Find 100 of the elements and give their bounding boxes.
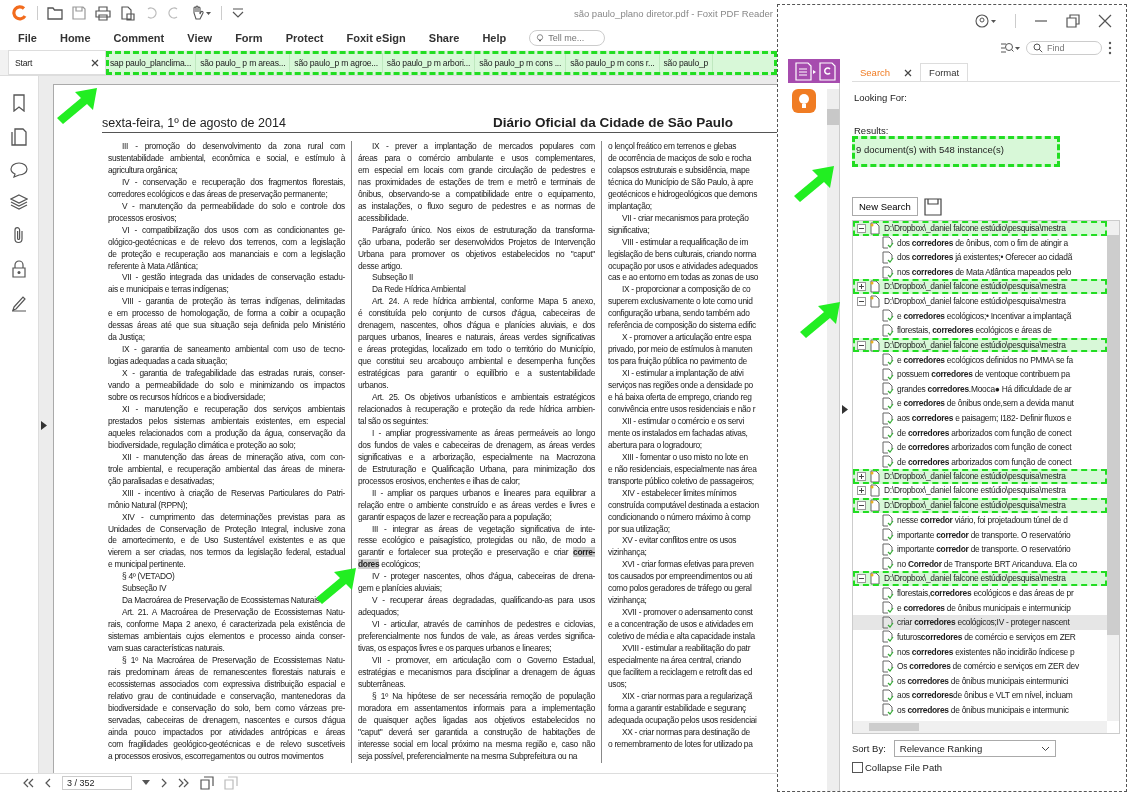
paragraph: § 1º Na Macroárea de Preservação de Ecossistemas Natu- rais predominam áreas de remanescentes florestais naturais e ecossistemas associados com expressiva distribuição espacial e relativo grau de continuidade e conservação, mantenedoras da biodiversidade e conservação do solo, bem como várzeas pre- servadas, cabeceiras de drenagem, nascentes e cursos d'água ainda pouco impactados por atividades antrópicas e áreas com fragilidades geológico-geotécnicas e de relevo suscetíveis a processos erosivos, escorregamentos ou outros movimentos xyxy=(108,655,345,763)
sort-dropdown[interactable]: Relevance Ranking xyxy=(893,740,1056,757)
search-hit[interactable]: nos corredores de Mata Atlântica mapeados pelo xyxy=(853,264,1107,280)
paragraph: VI - compatibilização dos usos com as condicionantes ge- ológico-geotécnicas e de relevo dos terrenos, com a legislação de proteção e recuperação aos mananciais e com a legislação referente à Mata Atlântica; xyxy=(108,224,345,273)
paragraph: Art. 24. A rede hídrica ambiental, conforme Mapa 5 anexo, é constituída pelo conjunto de cursos d'água, cabeceiras de drenagem, nascentes, olhos d'água e planícies aluviais, e dos parques urbanos, lineares e naturais, áreas verdes significativas e áreas protegidas, localizado em todo o território do Município, que constitui seu arcabouço ambiental e desempenha funções estratégicas para garantir o equilíbrio e a sustentabilidade urbanos. xyxy=(358,296,595,392)
paragraph: XVII - promover o adensamento const e a concentração de usos e atividades em coletivo de média e alta capacidade instala xyxy=(608,607,756,644)
newspaper-title: Diário Oficial da Cidade de São Paulo xyxy=(492,115,733,130)
file-result[interactable]: D:\Dropbox\_daniel falcone estúdio\pesquisa\mestra xyxy=(853,469,1107,484)
paragraph: Da Rede Hídrica Ambiental xyxy=(371,284,467,297)
page-number-field[interactable]: 3 / 352 xyxy=(62,776,132,790)
paragraph: III - integrar as áreas de vegetação significativa de inte- resse ecológico e paisagístico, protegidas ou não, de modo a garantir e fortalecer sua proteção e preservação e criar corre- dores ecológicos; xyxy=(358,523,595,572)
paragraph: XIII - fomentar o uso misto no lote en e não residenciais, especialmente nas área transporte público coletivo de passageiros; xyxy=(608,451,758,488)
search-hit[interactable]: Os corredores de comércio e serviços em ZER dev xyxy=(853,658,1107,674)
search-hit[interactable]: de corredores arborizados com função de conect xyxy=(853,439,1107,455)
file-result[interactable]: D:\Dropbox\_daniel falcone estúdio\pesquisa\mestra xyxy=(853,483,1107,499)
paragraph: XV - evitar conflitos entre os usos vizinhança; xyxy=(608,535,738,560)
search-hit[interactable]: e corredores ecológicos;• Incentivar a implantaçã xyxy=(853,308,1107,324)
tab[interactable]: são paulo_p xyxy=(659,52,714,73)
menu-item[interactable]: Share xyxy=(428,32,460,44)
paragraph: Parágrafo único. Nos eixos de estruturação da transforma- ção urbana, poderão ser desenvolvidos Projetos de Intervenção Urbana para promover os objetivos estabelecidos no "caput" desse artigo. xyxy=(358,224,595,273)
paragraph: VIII - estimular a requalificação de im legislação de bens culturais, criando norma ocupação por usos e atividades adequados cas e ao entorno em todas as zonas de uso xyxy=(608,236,760,285)
menu-item[interactable]: View xyxy=(187,32,213,44)
tab[interactable]: são paulo_p m arbori... xyxy=(382,52,476,73)
new-search-button[interactable]: New Search xyxy=(852,197,918,216)
file-result[interactable]: D:\Dropbox\_daniel falcone estúdio\pesquisa\mestra xyxy=(853,279,1107,294)
search-hit[interactable]: importante corredor de transporte. O reservatório xyxy=(853,527,1107,543)
file-result[interactable]: D:\Dropbox\_daniel falcone estúdio\pesquisa\mestra xyxy=(853,498,1107,513)
tell-me-input[interactable]: Tell me... xyxy=(548,33,599,43)
paragraph: XII - manutenção das áreas de mineração ativa, com con- trole ambiental, e recuperação ambiental das áreas de minera- ção paralisadas e desativadas; xyxy=(108,451,345,488)
paragraph: Art. 21. A Macroárea de Preservação de Ecossistemas Natu- rais, conforme Mapa 2 anexo, é caracterizada pela existência de sistemas ambientais cujos elementos e processo ainda conser- vam suas características naturais. xyxy=(108,607,345,655)
menu-item[interactable]: Foxit eSign xyxy=(346,32,406,44)
search-hit[interactable]: aos corredores e paisagem; I182- Definir fluxos e xyxy=(853,410,1107,426)
search-hit[interactable]: de corredores arborizados com função de conect xyxy=(853,425,1107,440)
search-hit[interactable]: e corredores de ônibus onde,sem a devida manut xyxy=(853,396,1107,411)
paragraph: o lençol freático em terrenos e glebas de ocorrência de maciços de solo e rocha colapsos estruturais e subsidência, mape técnica do Município de São Paulo, à apre geotécnicos e hidrogeológicos que demons implantação; xyxy=(608,141,759,213)
search-hit[interactable]: florestais, corredores ecológicos e áreas de xyxy=(853,323,1107,338)
menu-item[interactable]: Home xyxy=(59,32,91,44)
menu-item[interactable]: Protect xyxy=(285,32,324,44)
paragraph: § 1º Na hipótese de ser necessária remoção de população moradora em assentamentos informais para a implementação de quaisquer ações ligadas aos objetivos estabelecidos no "caput" deverá ser garantida a construção de habitações de interesse social em local próximo na mesma região e, caso não seja possível, preferencialmente na mesma Subprefeitura ou na xyxy=(358,690,595,763)
header-date: sexta-feira, 1º de agosto de 2014 xyxy=(102,116,286,130)
paragraph: Subseção II xyxy=(371,272,414,285)
menu-item[interactable]: Comment xyxy=(113,32,165,44)
paragraph: IX - prever a implantação de mercados populares com áreas para o comércio ambulante e usos complementares, em especial em locais com grande circulação de pedestres e nas proximidades de estações de trem e metrô e terminais de ônibus, observando-se a compatibilidade entre o equipamento, as instalações, o fluxo seguro de pedestres e as normas de acessibilidade. xyxy=(358,141,595,225)
tab[interactable]: são paulo_p m agroe... xyxy=(290,52,383,73)
menu-item[interactable]: Form xyxy=(235,32,263,44)
paragraph: IV - proteger nascentes, olhos d'água, cabeceiras de drena- gem e planícies aluviais; xyxy=(358,571,595,596)
search-hit[interactable]: dos corredores de ônibus, com o fim de atingir a xyxy=(853,235,1107,251)
search-hit[interactable]: dos corredores já existentes;• Oferecer ao cidadã xyxy=(853,250,1107,265)
paragraph: XI - manutenção e recuperação dos serviços ambientais prestados pelos sistemas ambientais existentes, em especial aqueles relacionados com a produção da água, conservação da biodiversidade, regulação climática e proteção ao solo; xyxy=(108,403,345,452)
tab[interactable]: Start xyxy=(8,50,106,75)
panel-tab[interactable]: Format xyxy=(920,63,969,81)
search-hit[interactable]: os corredores de ônibus municipais eintermunici xyxy=(853,673,1107,688)
tab[interactable]: são paulo_p m cons ... xyxy=(475,52,567,73)
search-hit[interactable]: nos corredores existentes não incidirão índicese p xyxy=(853,644,1107,659)
paragraph: XI - estimular a implantação de ativi serviços nas regiões onde a densidade po e há baixa oferta de emprego, criando reg convivência entre usos residenciais e não r xyxy=(608,368,757,416)
paragraph: II - ampliar os parques urbanos e lineares para equilibrar a relação entre o ambiente construído e as áreas verdes e livres e garantir espaços de lazer e recreação para a população; xyxy=(358,487,595,524)
file-result[interactable]: D:\Dropbox\_daniel falcone estúdio\pesquisa\mestra xyxy=(853,571,1107,586)
search-hit[interactable]: criar corredores ecológicos;IV - proteger nascent xyxy=(853,615,1107,630)
results-summary: 9 document(s) with 548 instance(s) xyxy=(852,136,1060,167)
file-result[interactable]: D:\Dropbox\_daniel falcone estúdio\pesquisa\mestra xyxy=(853,337,1107,353)
paragraph: IX - proporcionar a composição de co superem exclusivamente o lote como unid configuração urbana, sendo também ado referência de composição do sistema edific xyxy=(608,284,757,333)
paragraph: V - recuperar áreas degradadas, qualificando-as para usos adequados; xyxy=(358,595,595,620)
paragraph: Da Macroárea de Preservação de Ecossistemas Naturais xyxy=(121,595,321,608)
search-hit[interactable]: possuem corredores de ventoque contribuem pa xyxy=(853,366,1107,382)
tab[interactable]: são paulo_p m cons r... xyxy=(566,52,660,73)
window-title: são paulo_plano diretor.pdf - Foxit PDF Reader xyxy=(573,7,773,19)
paragraph: XX - criar normas para destinação de o remembramento de lotes for utilizado pa xyxy=(608,726,754,751)
checkbox-label: Collapse File Path xyxy=(865,762,943,773)
paragraph: I - ampliar progressivamente as áreas permeáveis ao longo dos fundos de vales e cabeceiras de drenagem, as áreas verdes significativas e a arborização, especialmente na Macrozona de Estruturação e Qualificação Urbana, para minimização dos processos erosivos, enchentes e ilhas de calor; xyxy=(358,427,595,488)
search-hit[interactable]: os corredores de ônibus municipais e intermunic xyxy=(853,702,1107,718)
paragraph: VII - gestão integrada das unidades de conservação estadu- ais e municipais e terras indígenas; xyxy=(108,272,345,297)
tab[interactable]: sap paulo_planclima... xyxy=(106,52,197,73)
paragraph: XIV - estabelecer limites mínimos construída computável destinada a estacion condicionando o número máximo à comp por sua utilização; xyxy=(608,487,760,536)
paragraph: XIV - cumprimento das determinações previstas para as Unidades de Conservação de Proteção Integral, inclusive zona de amortecimento, e de Uso Sustentável existentes e as que vierem a ser criadas, nos termos da legislação federal, estadual e municipal pertinente. xyxy=(108,511,345,572)
file-result[interactable]: D:\Dropbox\_daniel falcone estúdio\pesquisa\mestra xyxy=(853,221,1107,236)
search-hit[interactable]: florestais,corredores ecológicos e das áreas de pr xyxy=(853,585,1107,601)
search-hit[interactable]: importante corredor de transporte. O reservatório xyxy=(853,542,1107,557)
search-hit[interactable]: grandes corredores.Mooca● Há dificuldade de ar xyxy=(853,381,1107,397)
paragraph: IV - conservação e recuperação dos fragmentos florestais, corredores ecológicos e das áreas de preservação permanente; xyxy=(108,176,345,201)
search-hit[interactable]: de corredores arborizados com função de conect xyxy=(853,454,1107,470)
search-hit[interactable]: e corredores de ônibus municipais e intermunicip xyxy=(853,600,1107,616)
search-hit[interactable]: e corredores ecológicos definidos no PMMA se fa xyxy=(853,352,1107,367)
paragraph: III - promoção do desenvolvimento da zona rural com sustentabilidade ambiental, econômica e social, e estímulo à agricultura orgânica; xyxy=(108,141,345,177)
search-hit[interactable]: nesse corredor viário, foi projetadoum túnel de d xyxy=(853,512,1107,528)
paragraph: V - manutenção da permeabilidade do solo e controle dos processos erosivos; xyxy=(108,200,345,225)
search-hit[interactable]: futuroscorredores de comércio e serviços em ZER xyxy=(853,629,1107,645)
looking-for-label: Looking For: xyxy=(853,92,908,103)
paragraph: XVI - criar formas efetivas para preven tos causados por empreendimentos ou ati como polos geradores de tráfego ou geral vizinhança; xyxy=(608,559,755,608)
tab[interactable]: são paulo_ p m areas... xyxy=(196,52,291,73)
paragraph: Art. 25. Os objetivos urbanísticos e ambientais estratégicos relacionados à recuperação e proteção da rede hídrica ambien- tal são os seguintes: xyxy=(358,392,595,428)
search-hit[interactable]: no Corredor de Transporte BRT Aricanduva. Ela co xyxy=(853,556,1107,572)
search-hit[interactable]: aos corredoresde ônibus e VLT em nível, incluam xyxy=(853,688,1107,703)
file-result[interactable]: D:\Dropbox\_daniel falcone estúdio\pesquisa\mestra xyxy=(853,293,1107,309)
paragraph: VI - articular, através de caminhos de pedestres e ciclovias, preferencialmente nos fundos de vale, as áreas verdes significa- tivas, os espaços livres e os parques urbanos e lineares; xyxy=(358,619,595,655)
paragraph: XVIII - estimular a reabilitação do patr especialmente na área central, criando que facilitem a reciclagem e retrofit das ed usos; xyxy=(608,643,754,691)
menu-item[interactable]: File xyxy=(18,32,37,44)
paragraph: X - garantia de trafegabilidade das estradas rurais, conser- vando a permeabilidade do solo e minimizando os impactos sobre os recursos hídricos e a biodiversidade; xyxy=(108,368,345,404)
menu-item[interactable]: Help xyxy=(482,32,507,44)
results-label: Results: xyxy=(853,125,890,136)
paragraph: XIII - incentivo à criação de Reservas Particulares do Patri- mônio Natural (RPPN); xyxy=(108,487,345,512)
